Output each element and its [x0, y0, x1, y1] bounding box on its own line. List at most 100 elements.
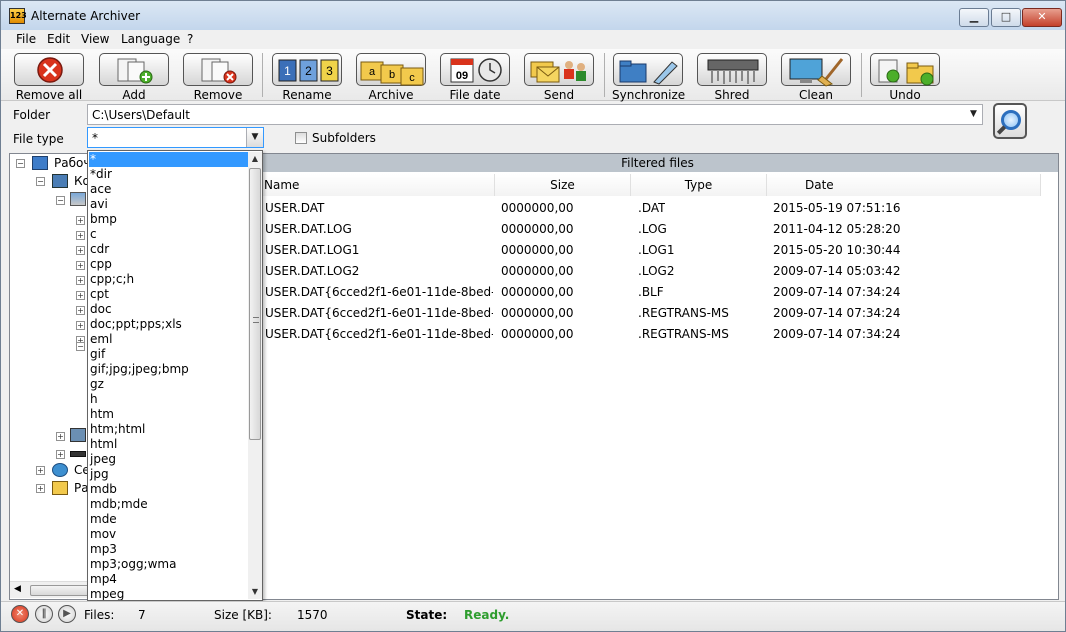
- dropdown-option[interactable]: h: [89, 392, 248, 407]
- add-button[interactable]: Add: [98, 51, 170, 102]
- collapse-icon[interactable]: −: [36, 177, 45, 186]
- remove-button[interactable]: Remove: [182, 51, 254, 102]
- column-header-name[interactable]: Name: [257, 174, 495, 196]
- subfolders-checkbox[interactable]: [295, 132, 307, 144]
- file-name-cell[interactable]: USER.DAT{6cced2f1-6e01-11de-8bed-001...: [265, 303, 493, 323]
- dropdown-option[interactable]: gz: [89, 377, 248, 392]
- file-name-cell[interactable]: USER.DAT.LOG2: [265, 261, 493, 281]
- scrollbar-thumb[interactable]: [249, 168, 261, 440]
- expand-icon[interactable]: +: [36, 484, 45, 493]
- dropdown-option[interactable]: mp4: [89, 572, 248, 587]
- dropdown-vertical-scrollbar[interactable]: ▲ ▼: [248, 152, 262, 599]
- dropdown-option[interactable]: cpp: [89, 257, 248, 272]
- rename-button[interactable]: 1 2 3 Rename: [271, 51, 343, 102]
- scroll-down-icon[interactable]: ▼: [248, 585, 262, 599]
- file-name-cell[interactable]: USER.DAT{6cced2f1-6e01-11de-8bed-001...: [265, 282, 493, 302]
- dropdown-option[interactable]: cpp;c;h: [89, 272, 248, 287]
- toolbar-separator: [861, 53, 862, 97]
- dropdown-option[interactable]: mdb: [89, 482, 248, 497]
- column-header-type[interactable]: Type: [631, 174, 767, 196]
- expand-icon[interactable]: +: [76, 306, 85, 315]
- dropdown-option[interactable]: avi: [89, 197, 248, 212]
- minimize-button[interactable]: ▁: [959, 8, 989, 27]
- dropdown-option[interactable]: jpeg: [89, 452, 248, 467]
- send-button[interactable]: Send: [523, 51, 595, 102]
- dropdown-option[interactable]: doc;ppt;pps;xls: [89, 317, 248, 332]
- subfolders-label[interactable]: Subfolders: [312, 131, 376, 145]
- dropdown-option[interactable]: mpeg: [89, 587, 248, 600]
- dropdown-option[interactable]: gif;jpg;jpeg;bmp: [89, 362, 248, 377]
- expand-icon[interactable]: +: [36, 466, 45, 475]
- stop-icon[interactable]: ✕: [11, 605, 29, 623]
- desktop-icon: [32, 156, 48, 170]
- expand-icon[interactable]: +: [76, 291, 85, 300]
- dropdown-option[interactable]: gif: [89, 347, 248, 362]
- collapse-icon[interactable]: −: [76, 342, 85, 351]
- expand-icon[interactable]: +: [76, 231, 85, 240]
- dropdown-option[interactable]: jpg: [89, 467, 248, 482]
- search-button[interactable]: [993, 103, 1027, 139]
- dropdown-option[interactable]: doc: [89, 302, 248, 317]
- expand-icon[interactable]: +: [56, 432, 65, 441]
- folder-combo[interactable]: C:\Users\Default ▼: [87, 104, 983, 125]
- expand-icon[interactable]: +: [56, 450, 65, 459]
- collapse-icon[interactable]: −: [16, 159, 25, 168]
- maximize-button[interactable]: □: [991, 8, 1021, 27]
- dropdown-option[interactable]: *dir: [89, 167, 248, 182]
- title-bar[interactable]: 123 Alternate Archiver ▁ □ ✕: [1, 1, 1065, 30]
- expand-icon[interactable]: +: [76, 261, 85, 270]
- dropdown-option[interactable]: htm: [89, 407, 248, 422]
- pause-icon[interactable]: ‖: [35, 605, 53, 623]
- dropdown-option[interactable]: htm;html: [89, 422, 248, 437]
- dropdown-option[interactable]: cpt: [89, 287, 248, 302]
- remove-all-button[interactable]: Remove all: [13, 51, 85, 102]
- scroll-left-icon[interactable]: ◀: [14, 584, 21, 594]
- dropdown-option[interactable]: eml: [89, 332, 248, 347]
- undo-button[interactable]: Undo: [869, 51, 941, 102]
- dropdown-option[interactable]: mp3;ogg;wma: [89, 557, 248, 572]
- scroll-up-icon[interactable]: ▲: [248, 152, 262, 166]
- tree-item-label: Рабоч: [54, 156, 91, 170]
- collapse-icon[interactable]: −: [56, 196, 65, 205]
- dropdown-option[interactable]: mde: [89, 512, 248, 527]
- shred-button[interactable]: Shred: [696, 51, 768, 102]
- menu-view[interactable]: View: [81, 32, 109, 46]
- archive-label: Archive: [368, 88, 414, 102]
- expand-icon[interactable]: +: [76, 246, 85, 255]
- expand-icon[interactable]: +: [76, 216, 85, 225]
- file-name-cell[interactable]: USER.DAT.LOG1: [265, 240, 493, 260]
- dropdown-option[interactable]: ace: [89, 182, 248, 197]
- dropdown-option[interactable]: c: [89, 227, 248, 242]
- close-button[interactable]: ✕: [1022, 8, 1062, 27]
- play-icon[interactable]: ▶: [58, 605, 76, 623]
- file-date-button[interactable]: 09 File date: [439, 51, 511, 102]
- menu-language[interactable]: Language: [121, 32, 180, 46]
- menu-file[interactable]: File: [16, 32, 36, 46]
- clean-button[interactable]: Clean: [780, 51, 852, 102]
- dropdown-option[interactable]: mp3: [89, 542, 248, 557]
- column-header-date[interactable]: Date: [767, 174, 1041, 196]
- file-size-cell: 0000000,00: [501, 264, 574, 278]
- file-name-cell[interactable]: USER.DAT: [265, 198, 493, 218]
- file-size-cell: 0000000,00: [501, 222, 574, 236]
- dropdown-option[interactable]: *: [89, 152, 248, 167]
- chevron-down-icon[interactable]: ▼: [246, 128, 263, 147]
- dropdown-option[interactable]: mov: [89, 527, 248, 542]
- file-name-cell[interactable]: USER.DAT.LOG: [265, 219, 493, 239]
- menu-help[interactable]: ?: [187, 32, 193, 46]
- synchronize-button[interactable]: Synchronize: [612, 51, 685, 102]
- column-header-size[interactable]: Size: [495, 174, 631, 196]
- dropdown-option[interactable]: bmp: [89, 212, 248, 227]
- file-type-dropdown-list[interactable]: * *dir ace avi bmp c cdr cpp cpp;c;h cpt…: [87, 150, 263, 601]
- menu-edit[interactable]: Edit: [47, 32, 70, 46]
- dropdown-option[interactable]: mdb;mde: [89, 497, 248, 512]
- file-type-combo[interactable]: * ▼: [87, 127, 264, 148]
- dropdown-option[interactable]: html: [89, 437, 248, 452]
- dropdown-option[interactable]: cdr: [89, 242, 248, 257]
- expand-icon[interactable]: +: [76, 276, 85, 285]
- chevron-down-icon[interactable]: ▼: [965, 105, 982, 124]
- expand-icon[interactable]: +: [76, 321, 85, 330]
- file-name-cell[interactable]: USER.DAT{6cced2f1-6e01-11de-8bed-001...: [265, 324, 493, 344]
- archive-button[interactable]: a b c Archive: [355, 51, 427, 102]
- archive-glyph-a: a: [369, 66, 376, 78]
